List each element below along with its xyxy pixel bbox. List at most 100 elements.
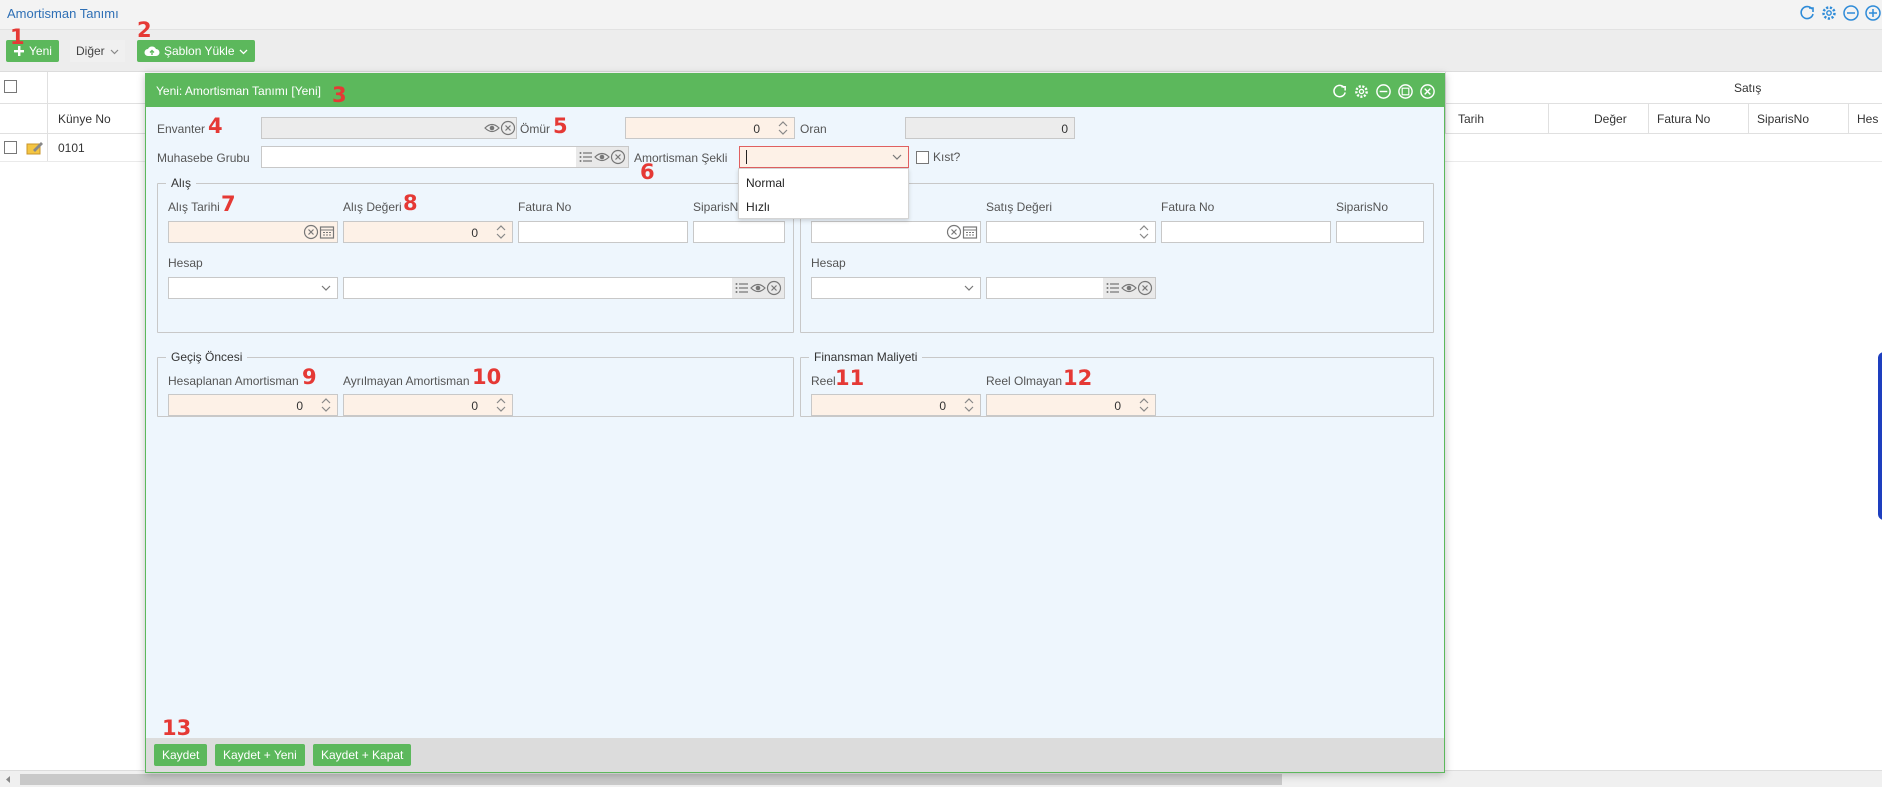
muhasebe-grubu-label: Muhasebe Grubu xyxy=(157,151,250,165)
side-panel-handle[interactable] xyxy=(1878,352,1882,520)
clear-icon[interactable] xyxy=(303,224,319,240)
reel-input[interactable]: 0 xyxy=(811,394,981,416)
marker-7: 7 xyxy=(221,192,236,216)
eye-icon[interactable] xyxy=(594,149,610,165)
alis-group-title: Alış xyxy=(166,176,197,190)
chevron-down-icon[interactable] xyxy=(321,283,331,293)
scrollbar-thumb[interactable] xyxy=(20,774,1282,785)
row-checkbox[interactable] xyxy=(4,141,17,154)
list-icon[interactable] xyxy=(1105,280,1121,296)
clear-icon[interactable] xyxy=(1137,280,1153,296)
app-title[interactable]: Amortisman Tanımı xyxy=(7,6,119,21)
satis-fatura-no-label: Fatura No xyxy=(1161,200,1215,214)
calendar-icon[interactable] xyxy=(319,224,335,240)
row-kunye-no: 0101 xyxy=(58,141,85,155)
refresh-icon[interactable] xyxy=(1798,4,1816,22)
satis-tarihi-input[interactable] xyxy=(811,221,981,243)
spinner-icon[interactable] xyxy=(963,396,975,414)
spinner-icon[interactable] xyxy=(495,396,507,414)
satis-hesap-select[interactable] xyxy=(811,277,981,299)
save-new-button[interactable]: Kaydet + Yeni xyxy=(215,744,305,766)
spinner-icon[interactable] xyxy=(495,223,507,241)
envanter-input[interactable] xyxy=(261,117,517,139)
satis-fatura-no-input[interactable] xyxy=(1161,221,1331,243)
marker-12: 12 xyxy=(1063,366,1093,390)
alis-siparis-no-input[interactable] xyxy=(693,221,785,243)
grid-group-satis: Satış xyxy=(1734,81,1762,95)
alis-tarihi-label: Alış Tarihi xyxy=(168,200,220,214)
satis-siparis-no-input[interactable] xyxy=(1336,221,1424,243)
gear-icon[interactable] xyxy=(1353,83,1370,100)
save-close-button[interactable]: Kaydet + Kapat xyxy=(313,744,412,766)
omur-input[interactable]: 0 xyxy=(625,117,795,139)
save-button[interactable]: Kaydet xyxy=(154,744,208,766)
clear-icon[interactable] xyxy=(946,224,962,240)
list-icon[interactable] xyxy=(578,149,594,165)
chevron-down-icon[interactable] xyxy=(892,152,902,162)
kist-checkbox[interactable] xyxy=(916,151,929,164)
alis-degeri-input[interactable]: 0 xyxy=(343,221,513,243)
calendar-icon[interactable] xyxy=(962,224,978,240)
column-hesap[interactable]: Hes xyxy=(1857,112,1878,126)
eye-icon[interactable] xyxy=(484,120,500,136)
clear-icon[interactable] xyxy=(500,120,516,136)
oran-input: 0 xyxy=(905,117,1075,139)
alis-hesap-select[interactable] xyxy=(168,277,338,299)
spinner-icon[interactable] xyxy=(777,119,789,137)
spinner-icon[interactable] xyxy=(1138,223,1150,241)
reel-olmayan-input[interactable]: 0 xyxy=(986,394,1156,416)
satis-degeri-input[interactable] xyxy=(986,221,1156,243)
kist-label: Kıst? xyxy=(933,150,961,164)
gear-icon[interactable] xyxy=(1820,4,1838,22)
satis-hesap-lookup[interactable] xyxy=(986,277,1156,299)
toolbar: Yeni Diğer Şablon Yükle xyxy=(0,30,1882,72)
modal-controls xyxy=(1331,83,1436,100)
satis-hesap-label: Hesap xyxy=(811,256,846,270)
hesaplanan-amortisman-input[interactable]: 0 xyxy=(168,394,338,416)
chevron-down-icon[interactable] xyxy=(964,283,974,293)
modal-footer: Kaydet Kaydet + Yeni Kaydet + Kapat xyxy=(146,738,1444,772)
column-siparis-no[interactable]: SiparisNo xyxy=(1757,112,1809,126)
column-tarih[interactable]: Tarih xyxy=(1458,112,1484,126)
load-template-button[interactable]: Şablon Yükle xyxy=(137,40,255,62)
amortisman-sekli-combobox[interactable] xyxy=(739,146,909,168)
satis-degeri-label: Satış Değeri xyxy=(986,200,1053,214)
clear-icon[interactable] xyxy=(766,280,782,296)
list-icon[interactable] xyxy=(734,280,750,296)
eye-icon[interactable] xyxy=(1121,280,1137,296)
column-kunye-no[interactable]: Künye No xyxy=(58,112,111,126)
refresh-icon[interactable] xyxy=(1331,83,1348,100)
chevron-down-icon xyxy=(239,49,247,54)
minimize-icon[interactable] xyxy=(1375,83,1392,100)
alis-tarihi-input[interactable] xyxy=(168,221,338,243)
clear-icon[interactable] xyxy=(610,149,626,165)
window-controls xyxy=(1798,4,1882,22)
restore-icon[interactable] xyxy=(1397,83,1414,100)
select-all-checkbox[interactable] xyxy=(4,80,17,93)
close-icon[interactable] xyxy=(1419,83,1436,100)
load-template-label: Şablon Yükle xyxy=(164,44,235,58)
column-fatura-no[interactable]: Fatura No xyxy=(1657,112,1710,126)
edit-icon[interactable] xyxy=(26,140,44,156)
alis-fatura-no-input[interactable] xyxy=(518,221,688,243)
gecis-oncesi-title: Geçiş Öncesi xyxy=(166,350,248,364)
column-deger[interactable]: Değer xyxy=(1594,112,1627,126)
spinner-icon[interactable] xyxy=(1138,396,1150,414)
other-dropdown-label: Diğer xyxy=(76,44,105,58)
reel-label: Reel xyxy=(811,374,836,388)
other-dropdown[interactable]: Diğer xyxy=(70,40,125,62)
satis-siparis-no-label: SiparisNo xyxy=(1336,200,1389,214)
eye-icon[interactable] xyxy=(750,280,766,296)
spinner-icon[interactable] xyxy=(320,396,332,414)
muhasebe-grubu-input[interactable] xyxy=(261,146,629,168)
option-hizli[interactable]: Hızlı xyxy=(746,200,770,214)
marker-5: 5 xyxy=(553,114,568,138)
alis-degeri-label: Alış Değeri xyxy=(343,200,402,214)
scroll-left-icon[interactable] xyxy=(4,775,12,784)
ayrilmayan-amortisman-input[interactable]: 0 xyxy=(343,394,513,416)
maximize-icon[interactable] xyxy=(1864,4,1882,22)
alis-hesap-lookup[interactable] xyxy=(343,277,785,299)
marker-11: 11 xyxy=(835,366,865,390)
option-normal[interactable]: Normal xyxy=(746,176,785,190)
minimize-icon[interactable] xyxy=(1842,4,1860,22)
